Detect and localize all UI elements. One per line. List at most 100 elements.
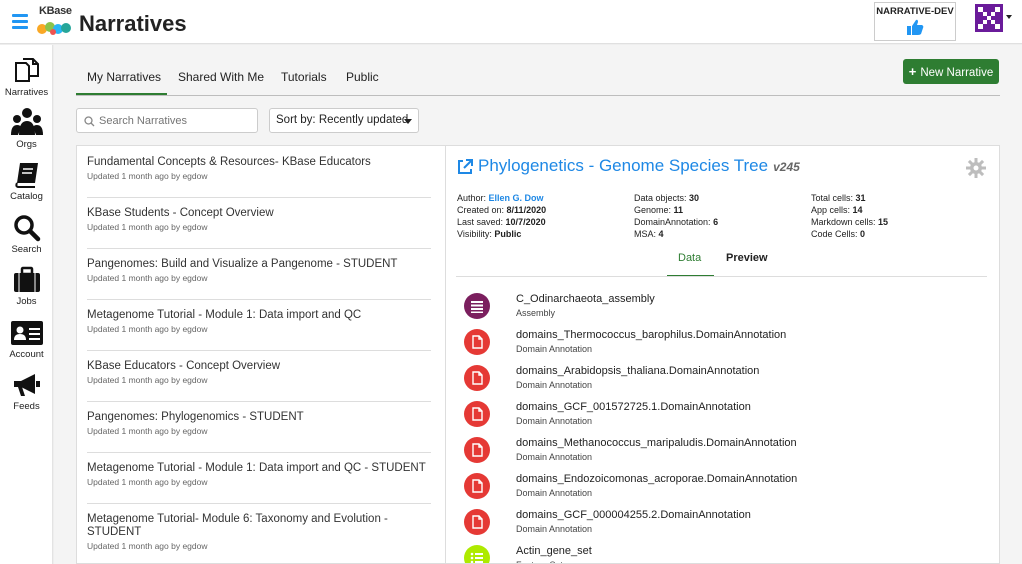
visibility-label: Visibility: xyxy=(457,229,492,239)
sidebar-item-label: Feeds xyxy=(13,401,40,412)
sidebar-item-catalog[interactable]: Catalog xyxy=(0,161,53,202)
list-item[interactable]: Pangenomes: Build and Visualize a Pangen… xyxy=(87,258,431,300)
detail-tabs-divider xyxy=(456,276,987,277)
author-link[interactable]: Ellen G. Dow xyxy=(489,193,544,203)
orgs-icon xyxy=(10,108,43,135)
search-input[interactable] xyxy=(99,113,249,129)
list-item[interactable]: KBase Students - Concept Overview Update… xyxy=(87,207,431,249)
genome-value: 11 xyxy=(673,205,684,215)
data-objects-label: Data objects: xyxy=(634,193,687,203)
tab-public[interactable]: Public xyxy=(346,70,379,84)
list-item[interactable]: Metagenome Tutorial- Module 6: Taxonomy … xyxy=(87,513,431,563)
kbase-logo[interactable]: KBase xyxy=(37,5,75,37)
search-field[interactable] xyxy=(76,108,258,133)
code-cells-value: 0 xyxy=(860,229,866,239)
document-icon xyxy=(464,473,490,499)
narrative-detail-panel: Phylogenetics - Genome Species Tree v245 … xyxy=(445,145,1000,564)
genome-label: Genome: xyxy=(634,205,672,215)
sidebar-item-narratives[interactable]: Narratives xyxy=(0,55,53,98)
assembly-icon xyxy=(464,293,490,319)
narrative-title: KBase Educators - Concept Overview xyxy=(87,360,281,372)
logo-dots-icon xyxy=(37,22,71,35)
external-link-icon[interactable] xyxy=(456,158,474,176)
app-cells-value: 14 xyxy=(852,205,863,215)
domain-annotation-label: DomainAnnotation: xyxy=(634,217,711,227)
tab-preview[interactable]: Preview xyxy=(726,252,768,264)
object-name: domains_Arabidopsis_thaliana.DomainAnnot… xyxy=(516,365,760,377)
list-item[interactable]: KBase Educators - Concept Overview Updat… xyxy=(87,360,431,402)
data-object-row[interactable]: domains_Endozoicomonas_acroporae.DomainA… xyxy=(464,473,984,509)
sidebar-item-label: Orgs xyxy=(16,139,37,150)
sidebar-item-search[interactable]: Search xyxy=(0,214,53,255)
environment-label: NARRATIVE-DEV xyxy=(876,6,954,17)
sidebar-item-label: Search xyxy=(11,244,42,255)
document-icon xyxy=(464,401,490,427)
total-cells-label: Total cells: xyxy=(811,193,854,203)
account-icon xyxy=(10,321,43,345)
sidebar-item-feeds[interactable]: Feeds xyxy=(0,371,53,412)
data-object-row[interactable]: domains_Methanococcus_maripaludis.Domain… xyxy=(464,437,984,473)
data-object-row[interactable]: domains_Arabidopsis_thaliana.DomainAnnot… xyxy=(464,365,984,401)
sidebar-item-account[interactable]: Account xyxy=(0,319,53,360)
narrative-title: Pangenomes: Phylogenomics - STUDENT xyxy=(87,411,304,423)
author-label: Author: xyxy=(457,193,487,203)
narrative-list: Fundamental Concepts & Resources- KBase … xyxy=(76,145,445,564)
object-type: Assembly xyxy=(516,308,556,318)
tab-my-narratives[interactable]: My Narratives xyxy=(87,70,161,84)
environment-badge: NARRATIVE-DEV xyxy=(874,2,956,41)
narrative-data-counts: Data objects: 30 Genome: 11 DomainAnnota… xyxy=(634,192,718,240)
sidebar-item-label: Account xyxy=(9,349,44,360)
document-icon xyxy=(464,509,490,535)
data-object-row[interactable]: domains_GCF_000004255.2.DomainAnnotation… xyxy=(464,509,984,545)
new-narrative-label: New Narrative xyxy=(920,67,994,79)
object-name: domains_Endozoicomonas_acroporae.DomainA… xyxy=(516,473,798,485)
data-object-row[interactable]: C_Odinarchaeota_assembly Assembly xyxy=(464,293,984,329)
search-icon xyxy=(13,215,40,242)
catalog-icon xyxy=(14,163,38,188)
narrative-updated: Updated 1 month ago by egdow xyxy=(87,171,208,181)
list-item[interactable]: Metagenome Tutorial - Module 1: Data imp… xyxy=(87,309,431,351)
tab-tutorials[interactable]: Tutorials xyxy=(281,70,327,84)
object-name: Actin_gene_set xyxy=(516,545,592,557)
object-name: domains_GCF_000004255.2.DomainAnnotation xyxy=(516,509,751,521)
sidebar-item-jobs[interactable]: Jobs xyxy=(0,266,53,307)
object-type: Domain Annotation xyxy=(516,416,593,426)
sidebar-item-orgs[interactable]: Orgs xyxy=(0,107,53,150)
hamburger-menu-icon[interactable] xyxy=(12,14,28,29)
narrative-title: Fundamental Concepts & Resources- KBase … xyxy=(87,156,371,168)
data-object-row[interactable]: domains_Thermococcus_barophilus.DomainAn… xyxy=(464,329,984,365)
narrative-detail-title[interactable]: Phylogenetics - Genome Species Tree xyxy=(478,156,768,175)
msa-value: 4 xyxy=(658,229,664,239)
created-value: 8/11/2020 xyxy=(506,205,547,215)
new-narrative-button[interactable]: + New Narrative xyxy=(903,59,999,84)
total-cells-value: 31 xyxy=(855,193,866,203)
tab-data[interactable]: Data xyxy=(678,252,701,264)
main-content: My Narratives Shared With Me Tutorials P… xyxy=(54,45,1022,564)
sort-dropdown[interactable]: Sort by: Recently updated xyxy=(269,108,419,133)
object-type: Feature Set xyxy=(516,560,563,563)
plus-icon: + xyxy=(908,64,917,79)
sidebar-item-label: Jobs xyxy=(16,296,37,307)
data-object-row[interactable]: domains_GCF_001572725.1.DomainAnnotation… xyxy=(464,401,984,437)
saved-value: 10/7/2020 xyxy=(505,217,546,227)
saved-label: Last saved: xyxy=(457,217,504,227)
tab-shared-with-me[interactable]: Shared With Me xyxy=(178,70,264,84)
list-item[interactable]: Fundamental Concepts & Resources- KBase … xyxy=(87,156,431,198)
object-name: domains_GCF_001572725.1.DomainAnnotation xyxy=(516,401,751,413)
created-label: Created on: xyxy=(457,205,505,215)
narrative-version: v245 xyxy=(773,160,800,174)
list-item[interactable]: Metagenome Tutorial - Module 1: Data imp… xyxy=(87,462,431,504)
gear-icon[interactable] xyxy=(966,158,986,178)
object-type: Domain Annotation xyxy=(516,452,593,462)
list-item[interactable]: Pangenomes: Phylogenomics - STUDENT Upda… xyxy=(87,411,431,453)
tabs-divider xyxy=(76,95,1000,96)
user-avatar[interactable] xyxy=(975,4,1003,32)
msa-label: MSA: xyxy=(634,229,657,239)
narrative-updated: Updated 1 month ago by egdow xyxy=(87,541,208,551)
data-object-row[interactable]: Actin_gene_set Feature Set xyxy=(464,545,984,563)
search-icon xyxy=(84,116,95,127)
thumbs-up-icon xyxy=(907,19,924,35)
code-cells-label: Code Cells: xyxy=(811,229,858,239)
sidebar-item-label: Narratives xyxy=(4,87,49,98)
avatar-dropdown-icon[interactable] xyxy=(1006,15,1012,19)
